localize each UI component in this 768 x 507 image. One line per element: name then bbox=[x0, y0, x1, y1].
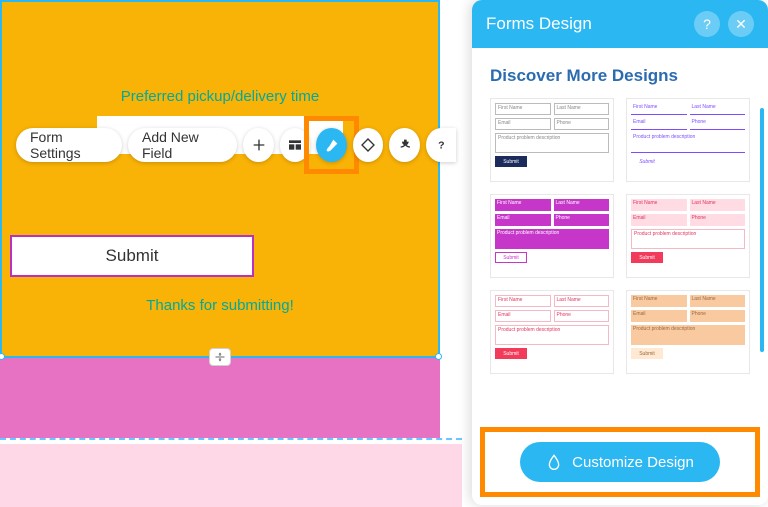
plus-icon bbox=[251, 137, 267, 153]
design-button[interactable] bbox=[316, 128, 346, 162]
translate-button[interactable] bbox=[389, 128, 419, 162]
floating-toolbar: Form Settings Add New Field ? bbox=[16, 128, 456, 162]
design-thumb-4[interactable]: First NameLast Name EmailPhone Product p… bbox=[626, 194, 750, 278]
stretch-icon bbox=[214, 351, 226, 363]
stage-gutter bbox=[440, 0, 468, 358]
droplet-icon bbox=[546, 454, 562, 470]
form-element[interactable]: Preferred pickup/delivery time Submit Th… bbox=[0, 0, 440, 358]
panel-body: Discover More Designs First NameLast Nam… bbox=[472, 48, 768, 421]
thanks-message: Thanks for submitting! bbox=[2, 297, 438, 314]
design-thumb-3[interactable]: First NameLast Name EmailPhone Product p… bbox=[490, 194, 614, 278]
question-icon: ? bbox=[703, 16, 711, 32]
design-thumb-1[interactable]: First NameLast Name EmailPhone Product p… bbox=[490, 98, 614, 182]
editor-stage: Preferred pickup/delivery time Submit Th… bbox=[0, 0, 456, 507]
design-thumb-5[interactable]: First NameLast Name EmailPhone Product p… bbox=[490, 290, 614, 374]
add-new-field-button[interactable]: Add New Field bbox=[128, 128, 237, 162]
panel-title: Forms Design bbox=[486, 14, 686, 34]
app-root: Preferred pickup/delivery time Submit Th… bbox=[0, 0, 768, 507]
animation-button[interactable] bbox=[353, 128, 383, 162]
panel-close-button[interactable]: ✕ bbox=[728, 11, 754, 37]
stage-bg-pink bbox=[0, 358, 440, 438]
design-thumb-6[interactable]: First NameLast Name EmailPhone Product p… bbox=[626, 290, 750, 374]
customize-design-button[interactable]: Customize Design bbox=[520, 442, 720, 482]
translate-icon bbox=[396, 137, 412, 153]
design-grid: First NameLast Name EmailPhone Product p… bbox=[490, 98, 750, 374]
panel-header: Forms Design ? ✕ bbox=[472, 0, 768, 48]
field-label: Preferred pickup/delivery time bbox=[2, 88, 438, 105]
panel-footer: Customize Design bbox=[472, 421, 768, 505]
stretch-handle[interactable] bbox=[209, 348, 231, 366]
stage-bg-lightpink bbox=[0, 444, 462, 507]
close-icon: ✕ bbox=[735, 16, 747, 33]
design-panel: Forms Design ? ✕ Discover More Designs F… bbox=[472, 0, 768, 505]
add-button[interactable] bbox=[243, 128, 273, 162]
selection-handle-right[interactable] bbox=[435, 353, 442, 360]
highlight-marker bbox=[304, 116, 358, 174]
highlight-marker: Customize Design bbox=[480, 427, 760, 497]
layout-icon bbox=[287, 137, 303, 153]
question-icon: ? bbox=[434, 138, 448, 152]
submit-button[interactable]: Submit bbox=[10, 235, 254, 277]
panel-help-button[interactable]: ? bbox=[694, 11, 720, 37]
help-button[interactable]: ? bbox=[426, 128, 456, 162]
panel-subtitle: Discover More Designs bbox=[490, 66, 750, 86]
scrollbar-thumb[interactable] bbox=[760, 108, 764, 352]
form-settings-button[interactable]: Form Settings bbox=[16, 128, 122, 162]
design-thumb-2[interactable]: First NameLast Name EmailPhone Product p… bbox=[626, 98, 750, 182]
diamond-icon bbox=[360, 137, 376, 153]
svg-text:?: ? bbox=[438, 140, 444, 152]
